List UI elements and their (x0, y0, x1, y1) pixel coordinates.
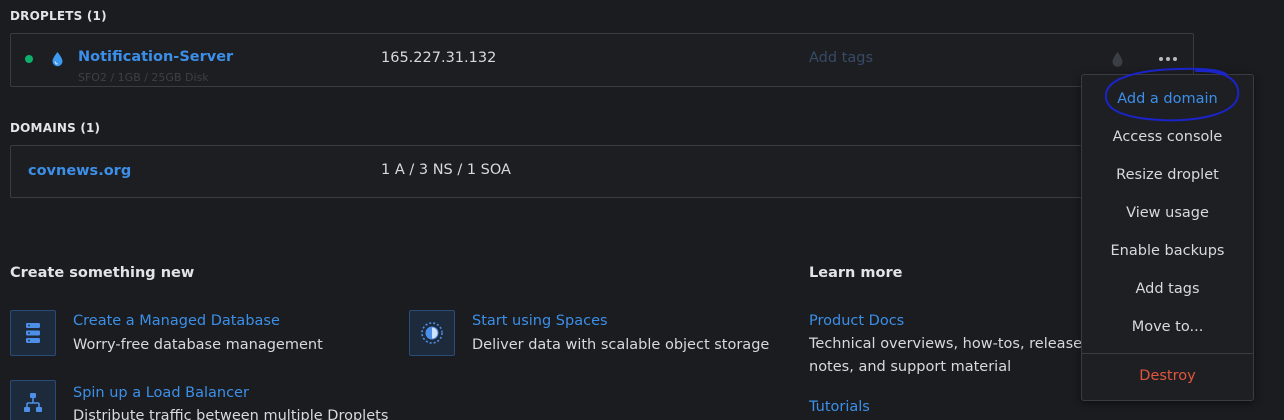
more-options-button[interactable] (1157, 49, 1179, 69)
droplet-name-link[interactable]: Notification-Server (78, 49, 233, 65)
menu-item-view-usage[interactable]: View usage (1082, 205, 1253, 221)
load-balancer-link[interactable]: Spin up a Load Balancer (73, 385, 249, 401)
create-database-link[interactable]: Create a Managed Database (73, 313, 280, 329)
database-icon (26, 323, 40, 343)
menu-item-resize-droplet[interactable]: Resize droplet (1082, 167, 1253, 183)
database-card-icon[interactable] (10, 310, 56, 356)
create-database-desc: Worry-free database management (73, 337, 323, 353)
droplet-specs: SFO2 / 1GB / 25GB Disk (78, 71, 209, 84)
domain-records: 1 A / 3 NS / 1 SOA (381, 162, 511, 178)
start-spaces-link[interactable]: Start using Spaces (472, 313, 608, 329)
droplet-context-menu: Add a domain Access console Resize dropl… (1081, 74, 1254, 401)
load-balancer-desc: Distribute traffic between multiple Drop… (73, 408, 389, 420)
menu-item-add-domain[interactable]: Add a domain (1082, 91, 1253, 107)
create-heading: Create something new (10, 265, 195, 281)
product-docs-desc: Technical overviews, how-tos, release no… (809, 336, 1083, 375)
domain-row: covnews.org 1 A / 3 NS / 1 SOA (10, 145, 1194, 198)
load-balancer-icon (24, 393, 42, 412)
menu-item-add-tags[interactable]: Add tags (1082, 281, 1253, 297)
droplet-row: Notification-Server SFO2 / 1GB / 25GB Di… (10, 33, 1194, 87)
more-dot-icon (1166, 57, 1170, 61)
menu-item-move-to[interactable]: Move to... (1082, 319, 1253, 335)
page: DROPLETS (1) Notification-Server SFO2 / … (0, 0, 1284, 420)
learn-more-heading: Learn more (809, 265, 903, 281)
menu-item-access-console[interactable]: Access console (1082, 129, 1253, 145)
domain-name-link[interactable]: covnews.org (28, 163, 131, 179)
droplets-section-title: DROPLETS (1) (10, 9, 107, 23)
tutorials-link[interactable]: Tutorials (809, 399, 870, 415)
menu-item-enable-backups[interactable]: Enable backups (1082, 243, 1253, 259)
menu-divider (1082, 353, 1253, 354)
status-dot-icon (25, 55, 33, 63)
droplet-ip-address[interactable]: 165.227.31.132 (381, 50, 496, 66)
droplet-icon (52, 52, 63, 67)
spaces-card-icon[interactable] (409, 310, 455, 356)
load-balancer-card-icon[interactable] (10, 380, 56, 420)
more-dot-icon (1173, 57, 1177, 61)
backup-drop-icon[interactable] (1111, 51, 1124, 68)
more-dot-icon (1159, 57, 1163, 61)
product-docs-link[interactable]: Product Docs (809, 313, 904, 329)
menu-item-destroy[interactable]: Destroy (1082, 368, 1253, 384)
start-spaces-desc: Deliver data with scalable object storag… (472, 337, 770, 353)
add-tags-link[interactable]: Add tags (809, 50, 873, 66)
spaces-icon (421, 322, 443, 344)
domains-section-title: DOMAINS (1) (10, 121, 101, 135)
